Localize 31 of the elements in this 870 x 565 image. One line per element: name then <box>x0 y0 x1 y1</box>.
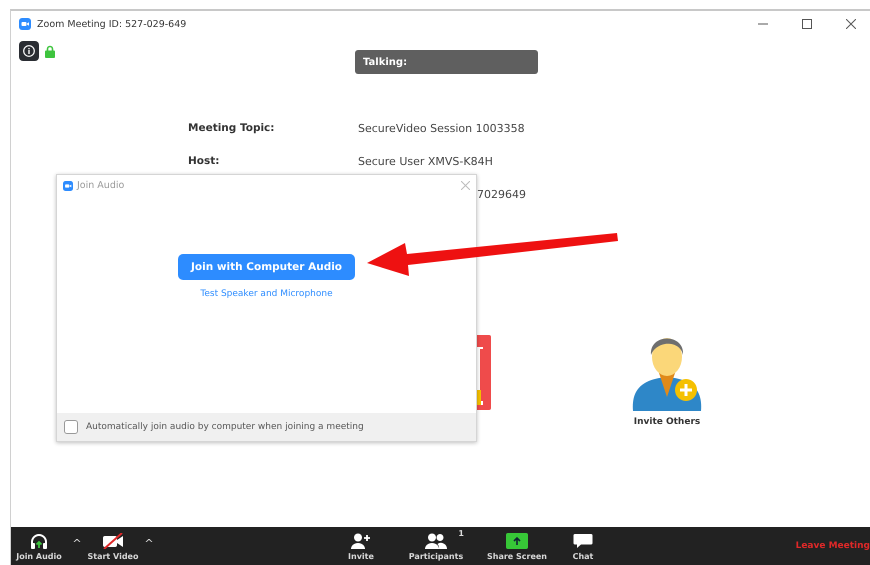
caret-button[interactable]: ^ <box>139 527 159 550</box>
talking-label: Talking: <box>363 56 408 68</box>
close-icon <box>846 19 856 29</box>
lock-icon <box>45 44 55 58</box>
participants-button[interactable]: Participants 1 <box>396 527 476 561</box>
caret-button[interactable]: ^ <box>67 527 87 550</box>
video-off-icon <box>102 533 124 549</box>
info-label: Meeting Topic: <box>188 122 276 136</box>
participant-count: 1 <box>458 529 464 538</box>
auto-join-label: Automatically join audio by computer when joining a meeting <box>86 422 364 432</box>
info-button[interactable] <box>19 41 39 61</box>
window-title: Zoom Meeting ID: 527-029-649 <box>37 18 188 30</box>
info-value: Secure User XMVS-K84H <box>358 155 494 170</box>
info-label: Host: <box>188 155 220 169</box>
headphones-icon <box>30 533 48 549</box>
camera-logo-icon <box>63 180 73 190</box>
camera-logo-icon <box>19 18 31 30</box>
info-value: SecureVideo Session 1003358 <box>358 122 526 137</box>
start-video-button[interactable]: Start Video <box>87 527 139 561</box>
invite-label: Invite Others <box>634 417 700 427</box>
auto-join-checkbox[interactable] <box>64 420 78 434</box>
share-screen-button[interactable]: Share Screen <box>476 527 558 561</box>
chat-button[interactable]: Chat <box>558 527 608 561</box>
join-audio-button[interactable]: Join Audio <box>11 527 67 561</box>
invite-button[interactable]: Invite <box>326 527 396 561</box>
people-icon <box>425 533 447 549</box>
info-value: 7029649 <box>476 188 527 201</box>
add-person-icon <box>351 533 371 549</box>
chat-bubble-icon <box>573 533 593 549</box>
dialog-title: Join Audio <box>77 180 126 191</box>
maximize-icon <box>802 19 812 29</box>
